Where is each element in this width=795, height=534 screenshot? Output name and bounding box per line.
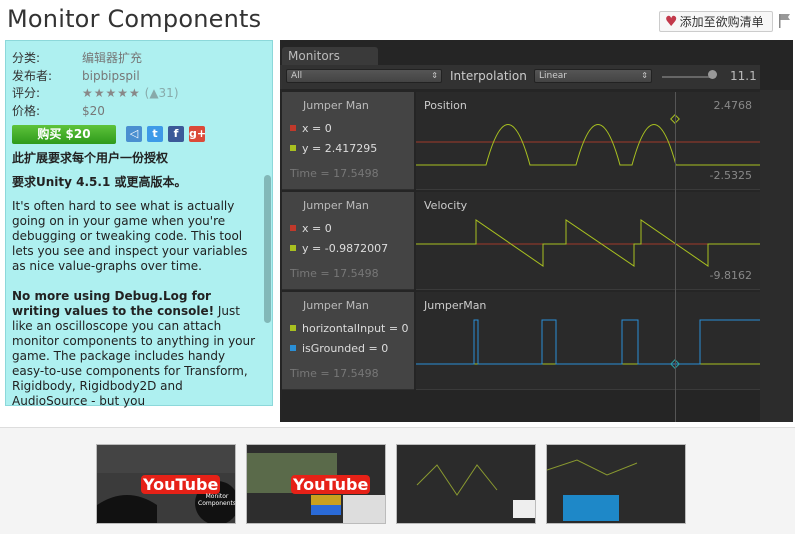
flag-icon[interactable] [778,13,792,29]
graph-panel: Position 2.4768 -2.5325 [416,92,760,190]
facebook-icon[interactable]: f [168,126,184,142]
velocity-graph [416,219,760,267]
twitter-icon[interactable]: t [147,126,163,142]
monitor-row: Jumper Man x = 0 y = 2.417295 Time = 17.… [282,92,760,190]
buy-button[interactable]: 购买 $20 [12,125,116,144]
rating-stars: ★★★★★ [82,86,141,100]
description-paragraph-1: It's often hard to see what is actually … [12,199,248,273]
asset-info-panel: 分类: 编辑器扩充 发布者: bipbipspil 评分: ★★★★★ (▲31) 价… [5,40,273,408]
filter-dropdown[interactable]: All ⇕ [286,69,442,83]
description-text: Just like an oscilloscope you can attach… [12,304,256,408]
legend-text: x = 0 [302,222,332,235]
price-label: 价格: [12,104,41,118]
thumbnail-image [547,445,685,523]
legend-item: x = 0 [290,122,332,135]
category-link[interactable]: 编辑器扩充 [82,51,142,65]
interpolation-dropdown[interactable]: Linear ⇕ [534,69,652,83]
monitor-row: Jumper Man x = 0 y = -0.9872007 Time = 1… [282,192,760,290]
legend-text: y = 2.417295 [302,142,378,155]
object-name: Jumper Man [303,199,369,212]
position-graph [416,114,760,166]
jumperman-graph [416,319,760,369]
google-plus-icon[interactable]: g+ [189,126,206,142]
series-color-swatch [290,125,296,131]
series-color-swatch [290,325,296,331]
monitor-toolbar: All ⇕ Interpolation Linear ⇕ 11.1 [280,65,760,89]
dropdown-arrow-icon: ⇕ [431,71,438,80]
monitor-row: Jumper Man horizontalInput = 0 isGrounde… [282,292,760,390]
legend-item: y = 2.417295 [290,142,377,155]
add-to-wishlist-button[interactable]: ♥ 添加至欲购清单 [659,11,773,32]
series-color-swatch [290,345,296,351]
wishlist-label: 添加至欲购清单 [679,15,764,29]
interpolation-label: Interpolation [450,69,527,83]
description-bold: No more using Debug.Log for writing valu… [12,289,215,318]
series-color-swatch [290,145,296,151]
version-note: 要求Unity 4.5.1 或更高版本。 [12,175,187,189]
time-readout: Time = 17.5498 [290,367,379,380]
monitor-legend: Jumper Man horizontalInput = 0 isGrounde… [282,292,414,390]
time-readout: Time = 17.5498 [290,167,379,180]
zoom-slider-handle[interactable] [708,70,717,79]
category-row: 分类: 编辑器扩充 [12,49,142,66]
publisher-row: 发布者: bipbipspil [12,67,140,84]
legend-item: horizontalInput = 0 [290,322,409,335]
legend-item: x = 0 [290,222,332,235]
series-color-swatch [290,245,296,251]
series-color-swatch [290,225,296,231]
description: 此扩展要求每个用户一份授权 要求Unity 4.5.1 或更高版本。 It's … [12,151,260,437]
legend-item: y = -0.9872007 [290,242,388,255]
asset-store-page: Monitor Components ♥ 添加至欲购清单 分类: 编辑器扩充 发布… [0,0,795,534]
description-paragraph-2: No more using Debug.Log for writing valu… [12,289,260,409]
category-label: 分类: [12,51,41,65]
graph-panel: Velocity -9.8162 [416,192,760,290]
description-scrollbar[interactable] [264,175,271,323]
page-title: Monitor Components [7,5,262,33]
thumbnail-video-2[interactable]: YouTube [246,444,386,524]
monitor-legend: Jumper Man x = 0 y = -0.9872007 Time = 1… [282,192,414,290]
object-name: Jumper Man [303,99,369,112]
tab-monitors[interactable]: Monitors [282,47,378,65]
thumbnail-video-1[interactable]: YouTube Monitor Components [96,444,236,524]
dropdown-arrow-icon: ⇕ [641,71,648,80]
license-note: 此扩展要求每个用户一份授权 [12,151,169,165]
filter-value: All [291,71,303,81]
time-readout: Time = 17.5498 [290,267,379,280]
price-row: 价格: $20 [12,102,105,119]
interpolation-value: Linear [539,71,567,81]
monitor-legend: Jumper Man x = 0 y = 2.417295 Time = 17.… [282,92,414,190]
legend-text: x = 0 [302,122,332,135]
preview-video[interactable]: Monitors All ⇕ Interpolation Linear ⇕ 11.1… [280,40,793,422]
youtube-logo: YouTube [291,475,371,494]
publisher-label: 发布者: [12,69,53,83]
object-name: Jumper Man [303,299,369,312]
legend-text: horizontalInput = 0 [302,322,409,335]
thumbnail-image [397,445,535,523]
thumb-up-icon: ▲ [149,86,159,100]
thumbnail-screenshot-2[interactable] [546,444,686,524]
zoom-slider-track[interactable] [662,76,712,78]
time-cursor[interactable] [675,92,676,422]
rating-count: (▲31) [144,86,179,100]
thumbnail-screenshot-1[interactable] [396,444,536,524]
rating-row: 评分: ★★★★★ (▲31) [12,84,179,101]
rating-count-value: 31 [158,86,174,100]
youtube-logo: YouTube [141,475,221,494]
legend-item: isGrounded = 0 [290,342,388,355]
video-edge [760,90,793,422]
publisher-link[interactable]: bipbipspil [82,69,140,83]
graph-panel: JumperMan [416,292,760,390]
thumbnail-caption: Monitor Components [198,493,236,507]
zoom-value: 11.1 [730,69,757,83]
heart-icon: ♥ [665,13,678,30]
price-value: $20 [82,104,105,118]
share-icon[interactable]: ◁ [126,126,142,142]
legend-text: isGrounded = 0 [302,342,389,355]
legend-text: y = -0.9872007 [302,242,389,255]
rating-label: 评分: [12,86,41,100]
